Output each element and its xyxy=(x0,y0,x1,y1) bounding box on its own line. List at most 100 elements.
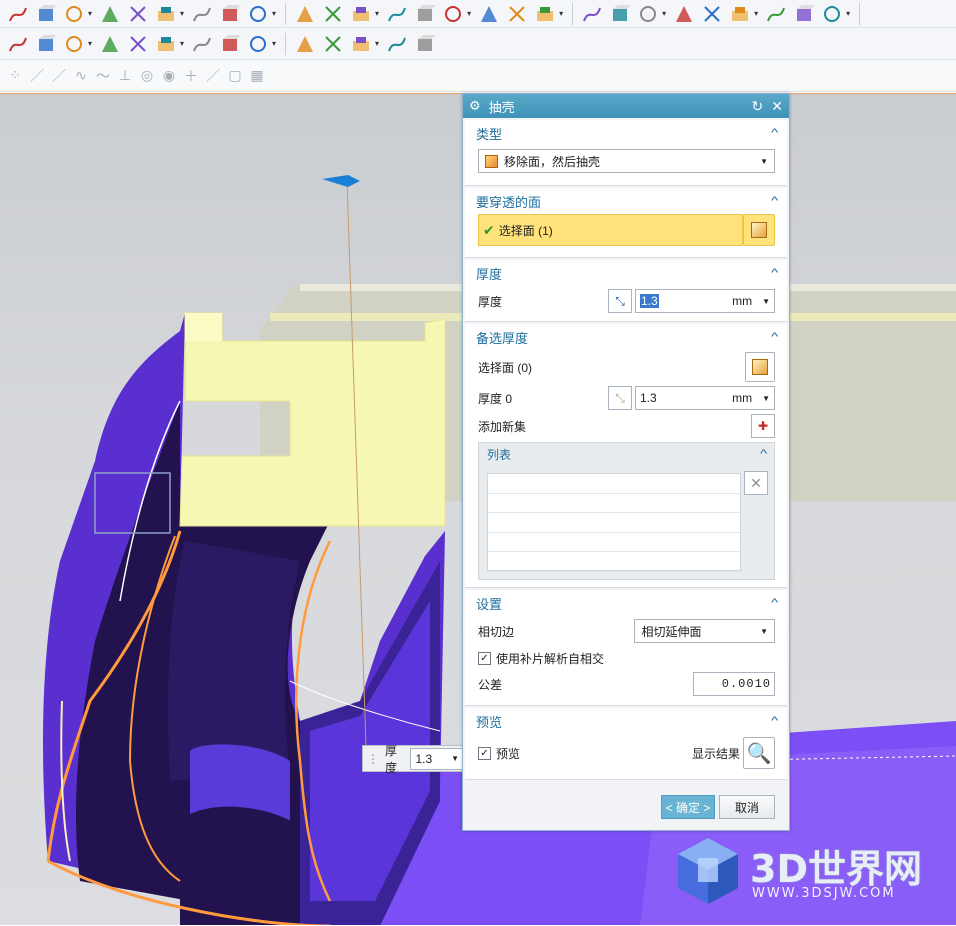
select-faces-row[interactable]: ✔ 选择面 (1) xyxy=(478,214,743,246)
move-icon[interactable] xyxy=(505,2,529,26)
scale-icon[interactable] xyxy=(321,32,345,56)
dropdown-arrow-icon[interactable]: ▾ xyxy=(375,39,379,48)
extrude-face-icon[interactable] xyxy=(385,2,409,26)
spline-icon[interactable]: ∿ xyxy=(72,67,90,85)
layer-icon[interactable] xyxy=(441,2,465,26)
center-icon[interactable]: ◉ xyxy=(160,67,178,85)
dropdown-arrow-icon[interactable]: ▾ xyxy=(88,39,92,48)
cancel-button[interactable]: 取消 xyxy=(719,795,775,819)
dropdown-arrow-icon[interactable]: ▾ xyxy=(846,9,850,18)
curve-icon[interactable] xyxy=(6,2,30,26)
boolean-unite-icon[interactable] xyxy=(154,32,178,56)
pyramid-icon[interactable] xyxy=(98,32,122,56)
dropdown-arrow-icon[interactable]: ▾ xyxy=(272,9,276,18)
tolerance-input[interactable]: 0.0010 xyxy=(693,672,775,696)
close-icon[interactable]: ✕ xyxy=(771,98,783,115)
dropdown-arrow-icon[interactable]: ▾ xyxy=(754,9,758,18)
dropdown-arrow-icon[interactable]: ▾ xyxy=(662,9,666,18)
helix-icon[interactable] xyxy=(34,2,58,26)
tangent-select[interactable]: 相切延伸面 ▼ xyxy=(634,619,775,643)
block-icon[interactable] xyxy=(6,32,30,56)
grid-icon[interactable] xyxy=(608,2,632,26)
collapse-icon[interactable]: ^ xyxy=(771,267,778,279)
sweep-icon[interactable] xyxy=(34,32,58,56)
grid-small-icon[interactable]: ▦ xyxy=(248,67,266,85)
surface-5-icon[interactable] xyxy=(792,2,816,26)
measure-icon[interactable]: ⤡ xyxy=(608,289,632,313)
trim-body-icon[interactable] xyxy=(126,32,150,56)
line-icon[interactable]: ／ xyxy=(28,67,46,85)
add-set-button[interactable]: ✚ xyxy=(751,414,775,438)
slash-icon[interactable]: ／ xyxy=(204,67,222,85)
show-result-button[interactable]: 🔍 xyxy=(743,737,775,769)
list-table[interactable] xyxy=(487,473,741,572)
text-a-icon[interactable] xyxy=(218,2,242,26)
drag-handle-icon[interactable]: ⋮ xyxy=(367,752,379,766)
line-2-icon[interactable]: ／ xyxy=(50,67,68,85)
type-section: 类型 ^ 移除面，然后抽壳 ▼ xyxy=(465,120,787,186)
plus-icon[interactable]: ＋ xyxy=(182,67,200,85)
circle-icon[interactable]: ◎ xyxy=(138,67,156,85)
measure-icon[interactable] xyxy=(636,2,660,26)
boolean-subtract-icon[interactable] xyxy=(190,32,214,56)
preview-checkbox[interactable]: ✓ xyxy=(478,746,491,760)
dropdown-arrow-icon[interactable]: ▾ xyxy=(180,9,184,18)
datum-icon[interactable] xyxy=(477,2,501,26)
thicken-icon[interactable] xyxy=(413,32,437,56)
patch-checkbox[interactable]: ✓ xyxy=(478,651,491,665)
dropdown-arrow-icon[interactable]: ▾ xyxy=(559,9,563,18)
collapse-icon[interactable]: ^ xyxy=(771,195,778,207)
d-shape-icon[interactable] xyxy=(293,2,317,26)
pattern-icon[interactable] xyxy=(385,32,409,56)
surface-2-icon[interactable] xyxy=(700,2,724,26)
split-body-icon[interactable] xyxy=(246,32,270,56)
settings-section: 设置 ^ 相切边 相切延伸面 ▼ ✓ 使用补片解析自相交 公差 0.0010 xyxy=(465,590,787,706)
dropdown-arrow-icon[interactable]: ▾ xyxy=(375,9,379,18)
text-curve-icon[interactable] xyxy=(126,2,150,26)
list-title: 列表 xyxy=(487,447,512,462)
edit-icon[interactable] xyxy=(533,2,557,26)
dropdown-arrow-icon[interactable]: ▾ xyxy=(88,9,92,18)
collapse-icon[interactable]: ^ xyxy=(771,331,778,343)
surface-3-icon[interactable] xyxy=(728,2,752,26)
law-curve-icon[interactable] xyxy=(62,2,86,26)
dropdown-arrow-icon[interactable]: ▾ xyxy=(467,9,471,18)
tangent-icon[interactable]: ⊥ xyxy=(116,67,134,85)
play-icon[interactable] xyxy=(580,2,604,26)
intersect-curve-icon[interactable] xyxy=(413,2,437,26)
face-cube-button[interactable] xyxy=(743,214,775,246)
alt-thickness-input[interactable]: 1.3 mm ▼ xyxy=(635,386,775,410)
collapse-icon[interactable]: ^ xyxy=(760,448,767,460)
collapse-icon[interactable]: ^ xyxy=(771,597,778,609)
float-thickness-value[interactable]: 1.3 ▼ xyxy=(410,747,463,770)
reset-icon[interactable]: ↻ xyxy=(752,98,764,115)
surface-1-icon[interactable] xyxy=(672,2,696,26)
point-set-icon[interactable] xyxy=(98,2,122,26)
surface-4-icon[interactable] xyxy=(764,2,788,26)
mirror-icon[interactable] xyxy=(349,32,373,56)
collapse-icon[interactable]: ^ xyxy=(771,127,778,139)
fillet-curve-icon[interactable] xyxy=(246,2,270,26)
thickness-section-title: 厚度 xyxy=(476,266,503,282)
collapse-icon[interactable]: ^ xyxy=(771,715,778,727)
pen-icon[interactable] xyxy=(154,2,178,26)
magic-wand-icon[interactable] xyxy=(190,2,214,26)
shell-icon[interactable] xyxy=(62,32,86,56)
floating-thickness-input[interactable]: ⋮ 厚度 1.3 ▼ xyxy=(362,744,464,775)
measure-icon-disabled[interactable]: ⤡ xyxy=(608,386,632,410)
wave-icon[interactable]: ～ xyxy=(94,67,112,85)
thickness-input[interactable]: 1.3 mm ▼ xyxy=(635,289,775,313)
surface-6-icon[interactable] xyxy=(820,2,844,26)
remove-icon[interactable]: ✕ xyxy=(744,471,768,495)
project-curve-icon[interactable] xyxy=(349,2,373,26)
boolean-intersect-icon[interactable] xyxy=(218,32,242,56)
ok-button[interactable]: < 确定 > xyxy=(661,795,715,819)
offset-curve-icon[interactable] xyxy=(321,2,345,26)
point-snap-icon[interactable]: ⁘ xyxy=(6,67,24,85)
dropdown-arrow-icon[interactable]: ▾ xyxy=(272,39,276,48)
offset-face-icon[interactable] xyxy=(293,32,317,56)
type-select[interactable]: 移除面，然后抽壳 ▼ xyxy=(478,149,775,173)
cube-small-icon[interactable]: ▢ xyxy=(226,67,244,85)
dropdown-arrow-icon[interactable]: ▾ xyxy=(180,39,184,48)
alt-face-cube-button[interactable] xyxy=(745,352,775,382)
